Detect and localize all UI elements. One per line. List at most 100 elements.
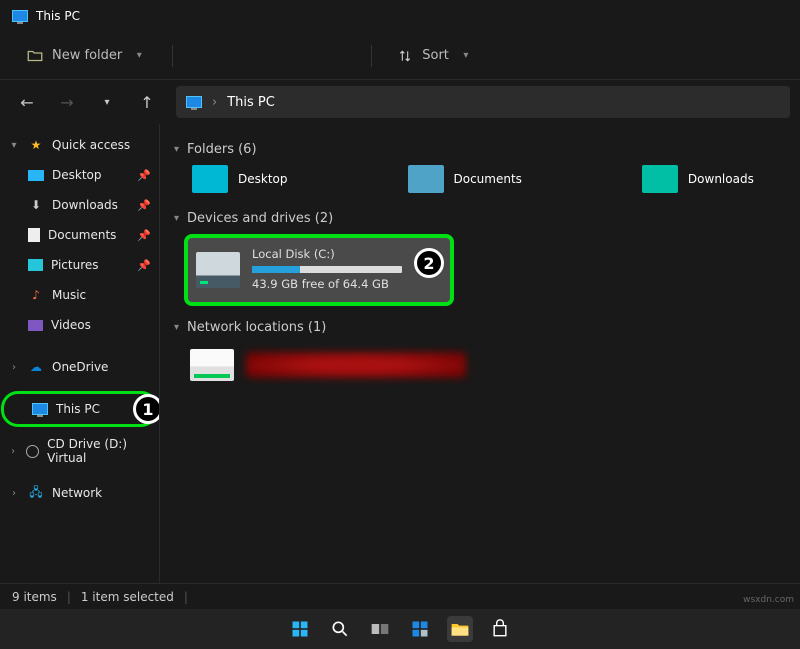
sidebar-item-label: Documents bbox=[48, 228, 116, 242]
group-header-network[interactable]: ▾ Network locations (1) bbox=[174, 320, 786, 335]
cloud-icon: ☁ bbox=[28, 359, 44, 375]
chevron-down-icon: ▾ bbox=[174, 322, 179, 333]
network-icon: 🖧 bbox=[28, 485, 44, 501]
document-icon bbox=[28, 228, 40, 242]
sidebar-item-pictures[interactable]: Pictures 📌 bbox=[0, 250, 159, 280]
network-drive-icon bbox=[190, 349, 234, 381]
chevron-down-icon: ▾ bbox=[174, 213, 179, 224]
taskbar bbox=[0, 609, 800, 649]
group-header-folders[interactable]: ▾ Folders (6) bbox=[174, 142, 786, 157]
chevron-down-icon: ▾ bbox=[174, 144, 179, 155]
status-bar: 9 items | 1 item selected | bbox=[0, 583, 800, 609]
sidebar-item-videos[interactable]: Videos bbox=[0, 310, 159, 340]
taskbar-start-button[interactable] bbox=[287, 616, 313, 642]
folder-item-desktop[interactable]: Desktop bbox=[192, 165, 288, 193]
folder-label: Desktop bbox=[238, 172, 288, 186]
sidebar-item-music[interactable]: ♪Music bbox=[0, 280, 159, 310]
sidebar-item-label: Videos bbox=[51, 318, 91, 332]
video-icon bbox=[28, 320, 43, 331]
taskbar-widgets-button[interactable] bbox=[407, 616, 433, 642]
annotation-badge-2: 2 bbox=[414, 248, 444, 278]
star-icon: ★ bbox=[28, 137, 44, 153]
folder-label: Documents bbox=[454, 172, 522, 186]
taskbar-store-button[interactable] bbox=[487, 616, 513, 642]
sidebar-item-label: Desktop bbox=[52, 168, 102, 182]
main-panel: ▾ Folders (6) Desktop Documents Downloads… bbox=[160, 124, 800, 583]
taskbar-search-button[interactable] bbox=[327, 616, 353, 642]
sidebar-quick-access[interactable]: ▾ ★ Quick access bbox=[0, 130, 159, 160]
drive-info: Local Disk (C:) 43.9 GB free of 64.4 GB bbox=[252, 246, 402, 294]
content-area: ▾ ★ Quick access Desktop 📌 ⬇ Downloads 📌 Do… bbox=[0, 124, 800, 583]
redacted-label bbox=[246, 352, 466, 378]
recent-button[interactable]: ▾ bbox=[90, 85, 124, 119]
desktop-icon bbox=[28, 170, 44, 181]
network-drive-item[interactable] bbox=[184, 343, 474, 387]
new-folder-label: New folder bbox=[52, 48, 122, 63]
group-header-label: Network locations (1) bbox=[187, 320, 326, 335]
watermark: wsxdn.com bbox=[743, 595, 794, 605]
disc-icon bbox=[26, 445, 39, 458]
quick-access-label: Quick access bbox=[52, 138, 130, 152]
new-folder-icon bbox=[26, 47, 44, 65]
sort-button[interactable]: Sort ▾ bbox=[386, 41, 485, 71]
chevron-right-icon: › bbox=[8, 488, 20, 499]
music-icon: ♪ bbox=[28, 287, 44, 303]
sidebar-item-label: CD Drive (D:) Virtual bbox=[47, 437, 151, 465]
group-header-label: Folders (6) bbox=[187, 142, 257, 157]
delete-button[interactable] bbox=[337, 47, 357, 65]
new-folder-button[interactable]: New folder ▾ bbox=[16, 41, 158, 71]
pin-icon: 📌 bbox=[137, 259, 151, 272]
up-button[interactable]: ↑ bbox=[130, 85, 164, 119]
folder-item-downloads[interactable]: Downloads bbox=[642, 165, 754, 193]
copy-button[interactable] bbox=[217, 47, 237, 65]
chevron-right-icon: › bbox=[8, 446, 18, 457]
sidebar-item-label: This PC bbox=[56, 402, 100, 416]
download-icon: ⬇ bbox=[28, 197, 44, 213]
drive-icon bbox=[196, 252, 240, 288]
sidebar-item-documents[interactable]: Documents📌 bbox=[0, 220, 159, 250]
group-header-drives[interactable]: ▾ Devices and drives (2) bbox=[174, 211, 786, 226]
sidebar-item-desktop[interactable]: Desktop 📌 bbox=[0, 160, 159, 190]
drive-capacity-bar bbox=[252, 266, 402, 273]
this-pc-icon bbox=[32, 403, 48, 415]
taskbar-taskview-button[interactable] bbox=[367, 616, 393, 642]
taskbar-explorer-button[interactable] bbox=[447, 616, 473, 642]
folder-label: Downloads bbox=[688, 172, 754, 186]
window-title: This PC bbox=[36, 9, 80, 23]
group-header-label: Devices and drives (2) bbox=[187, 211, 333, 226]
rename-button[interactable] bbox=[277, 47, 297, 65]
back-button[interactable]: ← bbox=[10, 85, 44, 119]
chevron-down-icon: ▾ bbox=[457, 47, 475, 65]
drive-item-local-c[interactable]: Local Disk (C:) 43.9 GB free of 64.4 GB … bbox=[184, 234, 454, 306]
folder-icon bbox=[408, 165, 444, 193]
sidebar-onedrive[interactable]: ›☁OneDrive bbox=[0, 352, 159, 382]
annotation-badge-1: 1 bbox=[133, 394, 160, 424]
status-separator: | bbox=[67, 590, 71, 604]
sidebar-network[interactable]: ›🖧Network bbox=[0, 478, 159, 508]
sidebar-item-label: Downloads bbox=[52, 198, 118, 212]
sidebar: ▾ ★ Quick access Desktop 📌 ⬇ Downloads 📌 Do… bbox=[0, 124, 160, 583]
chevron-down-icon: ▾ bbox=[8, 140, 20, 151]
status-item-count: 9 items bbox=[12, 590, 57, 604]
pin-icon: 📌 bbox=[137, 169, 151, 182]
address-bar[interactable]: › This PC bbox=[176, 86, 790, 118]
folder-item-documents[interactable]: Documents bbox=[408, 165, 522, 193]
this-pc-icon bbox=[186, 96, 202, 108]
drive-free-text: 43.9 GB free of 64.4 GB bbox=[252, 276, 402, 293]
sort-label: Sort bbox=[422, 48, 449, 63]
share-button[interactable] bbox=[307, 47, 327, 65]
pictures-icon bbox=[28, 259, 43, 271]
address-location: This PC bbox=[227, 95, 275, 110]
toolbar-separator bbox=[371, 45, 372, 67]
folder-icon bbox=[192, 165, 228, 193]
sidebar-this-pc[interactable]: ›This PC 1 bbox=[4, 394, 155, 424]
sidebar-cd-drive[interactable]: › CD Drive (D:) Virtual bbox=[0, 436, 159, 466]
folders-row: Desktop Documents Downloads bbox=[192, 165, 786, 193]
drive-name: Local Disk (C:) bbox=[252, 246, 402, 263]
paste-button[interactable] bbox=[247, 47, 267, 65]
forward-button[interactable]: → bbox=[50, 85, 84, 119]
sidebar-item-label: Pictures bbox=[51, 258, 99, 272]
sidebar-item-downloads[interactable]: ⬇Downloads📌 bbox=[0, 190, 159, 220]
status-separator: | bbox=[184, 590, 188, 604]
cut-button[interactable] bbox=[187, 47, 207, 65]
